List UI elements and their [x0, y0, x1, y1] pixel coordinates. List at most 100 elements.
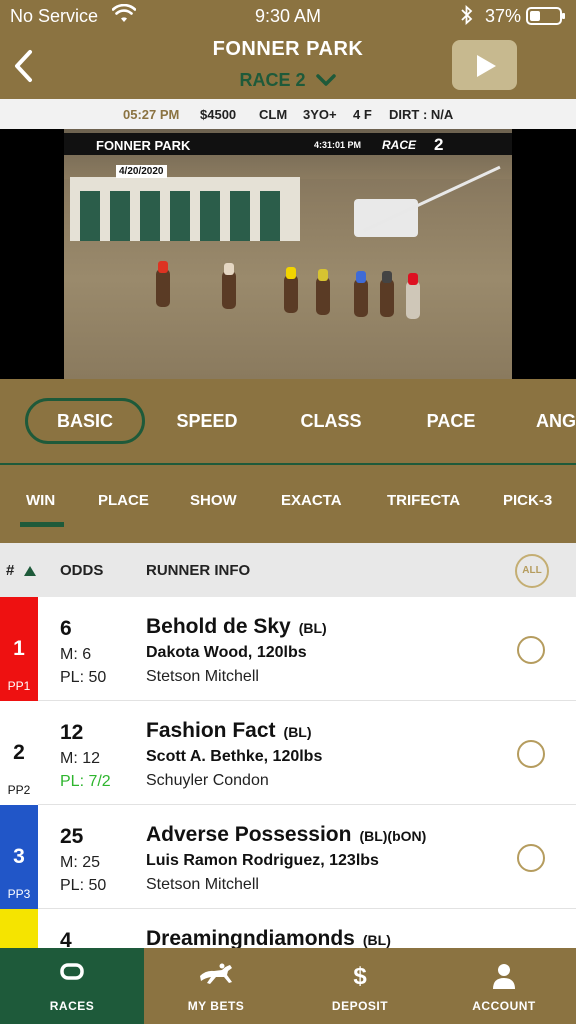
horse-name-text: Behold de Sky [146, 615, 291, 638]
status-bar: No Service 9:30 AM 37% [0, 0, 576, 32]
program-number: 2 [13, 741, 25, 764]
select-all-button[interactable]: ALL [515, 554, 549, 588]
post-time: 05:27 PM [123, 107, 180, 122]
runner-table-header: # ODDS RUNNER INFO ALL [0, 543, 576, 597]
projected-line: PL: 50 [60, 669, 107, 686]
post-position-badge: 2 PP2 [0, 701, 38, 805]
horse-figure [222, 263, 236, 309]
tab-class[interactable]: CLASS [286, 398, 376, 444]
current-odds: 25 [60, 825, 84, 848]
select-runner-radio[interactable] [517, 844, 545, 872]
morning-line: M: 12 [60, 750, 101, 767]
active-tab-indicator [20, 522, 64, 527]
select-runner-radio[interactable] [517, 636, 545, 664]
select-runner-radio[interactable] [517, 740, 545, 768]
video-frame: FONNER PARK 4:31:01 PM RACE 2 4/20/2020 [64, 129, 512, 379]
nav-races[interactable]: RACES [0, 948, 144, 1024]
sort-number-header[interactable]: # [6, 562, 37, 579]
sort-ascending-icon [23, 566, 36, 577]
chevron-down-icon [315, 71, 337, 92]
post-position-label: PP2 [7, 783, 31, 797]
play-icon [477, 55, 496, 77]
morning-line: M: 25 [60, 854, 101, 871]
horse-name-text: Fashion Fact [146, 719, 276, 742]
horse-name: Fashion Fact (BL) [146, 719, 312, 743]
horse-name-text: Dreamingndiamonds [146, 927, 355, 948]
play-video-button[interactable] [452, 40, 517, 90]
nav-my-bets[interactable]: MY BETS [144, 948, 288, 1024]
nav-deposit-label: DEPOSIT [331, 999, 389, 1013]
nav-my-bets-label: MY BETS [187, 999, 245, 1013]
number-header-label: # [6, 562, 15, 579]
race-type: CLM [259, 107, 288, 122]
nav-account[interactable]: ACCOUNT [432, 948, 576, 1024]
tab-show[interactable]: SHOW [190, 492, 237, 509]
tab-win[interactable]: WIN [26, 492, 55, 509]
post-position-badge: 3 PP3 [0, 805, 38, 909]
dollar-icon: $ [353, 963, 367, 990]
tab-exacta[interactable]: EXACTA [281, 492, 342, 509]
horse-name: Behold de Sky (BL) [146, 615, 327, 639]
horse-name: Dreamingndiamonds (BL) [146, 927, 391, 948]
post-position-label: PP3 [7, 887, 31, 901]
equipment-tag: (BL) [283, 724, 312, 740]
video-track: FONNER PARK [96, 138, 191, 153]
runner-row[interactable]: 3 PP3 25 M: 25 PL: 50 Adverse Possession (BL)(… [0, 805, 576, 909]
horse-figure [316, 269, 330, 315]
tab-place[interactable]: PLACE [98, 492, 149, 509]
nav-deposit[interactable]: $ DEPOSIT [288, 948, 432, 1024]
video-clock: 4:31:01 PM [314, 140, 362, 150]
tab-angles[interactable]: ANG [536, 398, 576, 444]
video-date: 4/20/2020 [116, 165, 167, 178]
equipment-tag: (BL)(bON) [359, 828, 427, 844]
video-overlay: FONNER PARK 4:31:01 PM RACE 2 [64, 133, 512, 155]
race-age: 3YO+ [303, 107, 337, 122]
nav-account-label: ACCOUNT [472, 999, 536, 1013]
equipment-tag: (BL) [362, 932, 391, 948]
trainer-name: Stetson Mitchell [146, 876, 259, 893]
battery-icon [526, 7, 565, 25]
purse: $4500 [200, 107, 237, 122]
jockey-weight: Luis Ramon Rodriguez, 123lbs [146, 852, 379, 869]
tab-trifecta[interactable]: TRIFECTA [387, 492, 460, 509]
bet-type-tabs: WIN PLACE SHOW EXACTA TRIFECTA PICK-3 [0, 465, 576, 543]
horse-name: Adverse Possession (BL)(bON) [146, 823, 426, 847]
tab-pace[interactable]: PACE [406, 398, 496, 444]
runner-row[interactable]: 1 PP1 6 M: 6 PL: 50 Behold de Sky (BL) Dakota W… [0, 597, 576, 701]
race-info-bar: 05:27 PM $4500 CLM 3YO+ 4 F DIRT : N/A [0, 99, 576, 129]
runner-list: 1 PP1 6 M: 6 PL: 50 Behold de Sky (BL) Dakota W… [0, 597, 576, 948]
jockey-weight: Dakota Wood, 120lbs [146, 644, 307, 661]
tab-basic[interactable]: BASIC [25, 398, 145, 444]
projected-line: PL: 50 [60, 877, 107, 894]
program-number: 3 [13, 845, 25, 868]
runner-row[interactable]: 4PP4 4 Dreamingndiamonds (BL) [0, 909, 576, 948]
bottom-nav: RACES MY BETS $ DEPOSIT ACCOUNT [0, 948, 576, 1024]
horse-icon [144, 962, 288, 992]
race-distance: 4 F [353, 107, 372, 122]
horse-figure [380, 271, 394, 317]
video-race-label: RACE [382, 138, 417, 152]
post-position-badge: 4PP4 [0, 909, 38, 948]
odds-header: ODDS [60, 562, 104, 579]
morning-line: M: 6 [60, 646, 92, 663]
races-icon [0, 962, 144, 992]
bluetooth-icon [460, 4, 474, 30]
race-video[interactable]: FONNER PARK 4:31:01 PM RACE 2 4/20/2020 [0, 129, 576, 379]
current-odds: 6 [60, 617, 72, 640]
horse-name-text: Adverse Possession [146, 823, 352, 846]
battery-percent: 37% [485, 6, 522, 26]
tab-speed[interactable]: SPEED [162, 398, 252, 444]
horse-figure [354, 271, 368, 317]
horse-figure [284, 267, 298, 313]
video-race-number: 2 [434, 135, 444, 154]
post-position-badge: 1 PP1 [0, 597, 38, 701]
trainer-name: Stetson Mitchell [146, 668, 259, 685]
horse-figure [406, 273, 420, 319]
starting-gate [70, 177, 300, 241]
person-icon [432, 962, 576, 992]
trainer-name: Schuyler Condon [146, 772, 269, 789]
race-label: RACE 2 [239, 70, 306, 90]
runner-row[interactable]: 2 PP2 12 M: 12 PL: 7/2 Fashion Fact (BL) Scott … [0, 701, 576, 805]
category-tabs: BASIC SPEED CLASS PACE ANG [0, 379, 576, 465]
tab-pick-3[interactable]: PICK-3 [503, 492, 552, 509]
